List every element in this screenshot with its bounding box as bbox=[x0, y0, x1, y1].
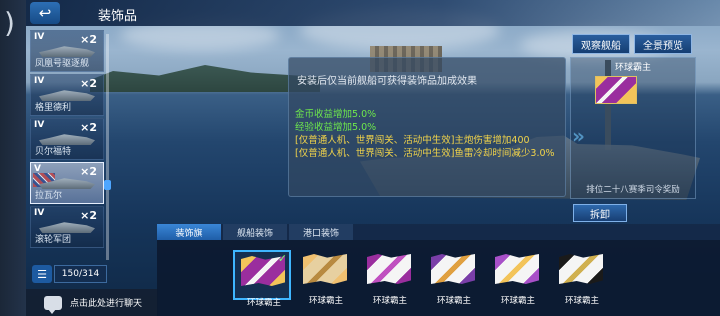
decoration-label: 环球霸主 bbox=[372, 296, 407, 306]
flag-icon bbox=[367, 254, 411, 284]
decoration-label: 环球霸主 bbox=[564, 296, 599, 306]
ship-name: 格里德利 bbox=[35, 103, 72, 113]
ship-counter: 150/314 bbox=[54, 265, 107, 283]
tier-label: IV bbox=[34, 208, 45, 218]
bonus-info-panel: 安装后仅当前舰船可获得装饰品加成效果 金币收益增加5.0% 经验收益增加5.0%… bbox=[288, 57, 566, 197]
ship-list-item[interactable]: IV ×2 贝尔福特 bbox=[30, 118, 104, 160]
chat-bar[interactable]: 点击此处进行聊天 bbox=[26, 289, 158, 316]
ship-list-item[interactable]: IV ×2 凤凰号驱逐舰 bbox=[30, 30, 104, 72]
ship-list[interactable]: IV ×2 凤凰号驱逐舰 IV ×2 格里德利 IV ×2 贝尔福特 V ×2 … bbox=[30, 30, 108, 260]
decoration-label: 环球霸主 bbox=[246, 298, 281, 308]
decoration-label: 环球霸主 bbox=[500, 296, 535, 306]
flag-icon bbox=[559, 254, 603, 284]
left-edge-bar: ( bbox=[0, 0, 26, 316]
observe-ship-button[interactable]: 观察舰船 bbox=[572, 34, 630, 54]
multiplier-badge: ×2 bbox=[80, 33, 97, 46]
chat-bubble-icon bbox=[44, 295, 62, 314]
ship-list-item[interactable]: IV ×2 格里德利 bbox=[30, 74, 104, 116]
tier-label: IV bbox=[34, 76, 45, 86]
decoration-label: 环球霸主 bbox=[308, 296, 343, 306]
bonus-list: 金币收益增加5.0% 经验收益增加5.0% [仅普通人机、世界闯关、活动中生效]… bbox=[295, 108, 555, 160]
chat-hint: 点击此处进行聊天 bbox=[70, 299, 143, 309]
check-icon: ✓ bbox=[277, 252, 287, 265]
ship-list-item[interactable]: IV ×2 滚轮军团 bbox=[30, 206, 104, 248]
tier-label: V bbox=[34, 164, 41, 174]
bonus-info-title: 安装后仅当前舰船可获得装饰品加成效果 bbox=[297, 76, 477, 87]
tab-port-decoration[interactable]: 港口装饰 bbox=[289, 224, 353, 240]
decoration-grid: ✓ 环球霸主 环球霸主 环球霸主 环球霸主 环球霸主 环球霸主 bbox=[157, 240, 720, 316]
panorama-preview-button[interactable]: 全景预览 bbox=[634, 34, 692, 54]
bonus-line: [仅普通人机、世界闯关、活动中生效]鱼雷冷却时间减少3.0% bbox=[295, 148, 555, 159]
decoration-item[interactable]: 环球霸主 bbox=[361, 250, 419, 306]
ship-name: 贝尔福特 bbox=[35, 147, 72, 157]
decoration-label: 环球霸主 bbox=[436, 296, 471, 306]
back-button[interactable]: ↩ bbox=[30, 2, 60, 24]
ship-name: 凤凰号驱逐舰 bbox=[35, 59, 90, 69]
tab-flags[interactable]: 装饰旗 bbox=[157, 224, 221, 240]
multiplier-badge: ×2 bbox=[80, 77, 97, 90]
decoration-tabs: 装饰旗 舰船装饰 港口装饰 bbox=[157, 224, 720, 240]
back-arrow-icon: ↩ bbox=[38, 4, 52, 22]
decoration-name: 环球霸主 bbox=[614, 63, 651, 73]
ship-list-item-selected[interactable]: V ×2 拉瓦尔 bbox=[30, 162, 104, 204]
flag-icon bbox=[431, 254, 475, 284]
decoration-source: 排位二十八赛季司令奖励 bbox=[586, 185, 680, 195]
island bbox=[90, 65, 320, 92]
tier-label: IV bbox=[34, 120, 45, 130]
multiplier-badge: ×2 bbox=[80, 209, 97, 222]
ship-name: 滚轮军团 bbox=[35, 235, 72, 245]
decoration-item[interactable]: 环球霸主 bbox=[297, 250, 355, 306]
ship-name: 拉瓦尔 bbox=[35, 191, 63, 201]
dismantle-button[interactable]: 拆卸 bbox=[573, 204, 627, 222]
flag-icon bbox=[303, 254, 347, 284]
page-title: 装饰品 bbox=[98, 9, 138, 24]
bonus-line: 经验收益增加5.0% bbox=[295, 122, 377, 133]
tier-label: IV bbox=[34, 32, 45, 42]
edge-arc-icon: ( bbox=[4, 8, 15, 41]
bonus-line: [仅普通人机、世界闯关、活动中生效]主炮伤害增加400 bbox=[295, 135, 530, 146]
decoration-item[interactable]: 环球霸主 bbox=[553, 250, 611, 306]
tab-ship-decoration[interactable]: 舰船装饰 bbox=[223, 224, 287, 240]
decoration-item[interactable]: 环球霸主 bbox=[425, 250, 483, 306]
list-icon: ☰ bbox=[37, 267, 47, 281]
scrollbar-thumb[interactable] bbox=[104, 180, 111, 190]
list-menu-button[interactable]: ☰ bbox=[32, 265, 52, 283]
decoration-item[interactable]: 环球霸主 bbox=[489, 250, 547, 306]
decoration-item-selected[interactable]: ✓ 环球霸主 bbox=[233, 250, 291, 308]
multiplier-badge: ×2 bbox=[80, 121, 97, 134]
decoration-thumbnail bbox=[595, 76, 637, 104]
bonus-line: 金币收益增加5.0% bbox=[295, 109, 377, 120]
list-scrollbar[interactable] bbox=[106, 34, 109, 260]
multiplier-badge: ×2 bbox=[80, 165, 97, 178]
equipped-decoration-card: 环球霸主 排位二十八赛季司令奖励 bbox=[570, 57, 696, 199]
flag-icon bbox=[495, 254, 539, 284]
